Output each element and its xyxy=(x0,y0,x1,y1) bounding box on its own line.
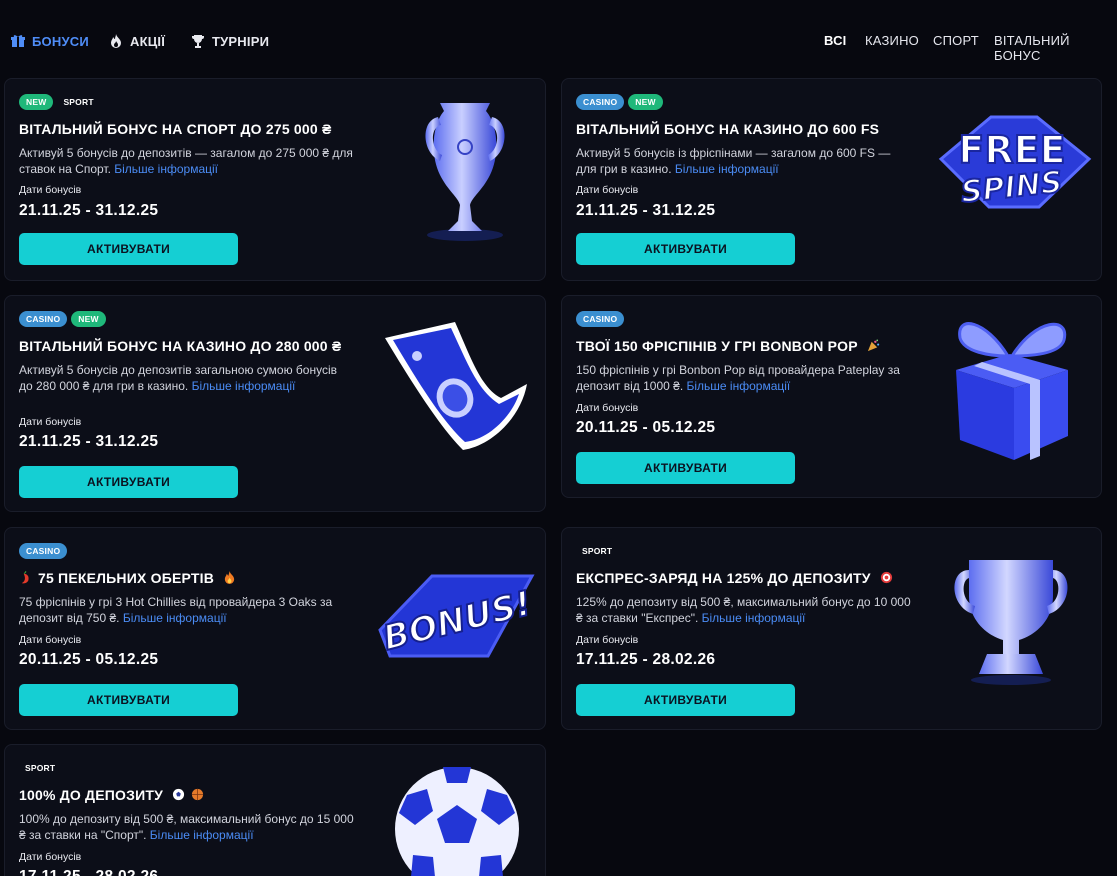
trophy-cup-icon xyxy=(954,560,1068,685)
basketball-icon xyxy=(192,788,204,801)
chili-pepper-icon xyxy=(21,571,29,584)
tab-label: БОНУСИ xyxy=(32,33,89,49)
card-title: ЕКСПРЕС-ЗАРЯД НА 125% ДО ДЕПОЗИТУ xyxy=(576,570,894,586)
free-spins-icon: FREE SPINS xyxy=(938,115,1092,211)
tab-tournaments[interactable]: ТУРНІРИ xyxy=(191,32,269,50)
casino-badge: CASINO xyxy=(576,311,625,327)
dates-label: Дати бонусів xyxy=(576,634,639,646)
bonus-card-express: SPORT ЕКСПРЕС-ЗАРЯД НА 125% ДО ДЕПОЗИТУ … xyxy=(561,527,1102,730)
badge-group: SPORT xyxy=(19,760,61,776)
soccer-ball-emoji-icon xyxy=(173,788,185,801)
bonus-card-hot-chillies: CASINO 75 ПЕКЕЛЬНИХ ОБЕРТІВ 75 фріспінів… xyxy=(4,527,546,730)
trophy-icon xyxy=(192,35,204,48)
new-badge: NEW xyxy=(628,94,663,110)
card-description: Активуй 5 бонусів до депозитів загальною… xyxy=(19,362,354,394)
casino-badge: CASINO xyxy=(19,311,68,327)
dates-label: Дати бонусів xyxy=(576,402,639,414)
tab-label: АКЦІЇ xyxy=(130,33,166,49)
more-info-link[interactable]: Більше інформації xyxy=(687,379,791,393)
dates-label: Дати бонусів xyxy=(19,416,82,428)
more-info-link[interactable]: Більше інформації xyxy=(702,611,806,625)
badge-group: SPORT xyxy=(576,543,618,559)
bonus-card-sport-welcome: NEW SPORT ВІТАЛЬНИЙ БОНУС НА СПОРТ ДО 27… xyxy=(4,78,546,281)
badge-group: NEW SPORT xyxy=(19,94,100,110)
badge-group: CASINO NEW xyxy=(19,311,106,327)
tab-label: ТУРНІРИ xyxy=(212,33,270,49)
card-description: 125% до депозиту від 500 ₴, максимальний… xyxy=(576,594,911,626)
more-info-link[interactable]: Більше інформації xyxy=(123,611,227,625)
more-info-link[interactable]: Більше інформації xyxy=(114,162,218,176)
title-text: 75 ПЕКЕЛЬНИХ ОБЕРТІВ xyxy=(38,570,215,586)
bonus-dates: 17.11.25 - 28.02.26 xyxy=(576,651,716,668)
bonus-dates: 21.11.25 - 31.12.25 xyxy=(576,202,716,219)
dates-label: Дати бонусів xyxy=(19,634,82,646)
filter-welcome-bonus[interactable]: ВІТАЛЬНИЙ БОНУС xyxy=(994,33,1117,63)
activate-button[interactable]: АКТИВУВАТИ xyxy=(576,684,795,716)
bonus-card-casino-welcome: CASINO NEW ВІТАЛЬНИЙ БОНУС НА КАЗИНО ДО … xyxy=(4,295,546,512)
card-description: 100% до депозиту від 500 ₴, максимальний… xyxy=(19,811,354,843)
title-text: 100% ДО ДЕПОЗИТУ xyxy=(19,787,164,803)
tab-bonuses[interactable]: БОНУСИ xyxy=(11,32,89,50)
bonus-dates: 21.11.25 - 31.12.25 xyxy=(19,433,159,450)
fire-icon xyxy=(111,34,121,48)
activate-button[interactable]: АКТИВУВАТИ xyxy=(19,233,238,265)
filter-casino[interactable]: КАЗИНО xyxy=(865,33,919,48)
target-icon xyxy=(880,571,892,584)
activate-button[interactable]: АКТИВУВАТИ xyxy=(19,466,238,498)
more-info-link[interactable]: Більше інформації xyxy=(192,379,296,393)
tab-promotions[interactable]: АКЦІЇ xyxy=(109,32,165,50)
activate-button[interactable]: АКТИВУВАТИ xyxy=(19,684,238,716)
bonus-sign-icon: BONUS! xyxy=(378,574,536,660)
badge-group: CASINO xyxy=(576,311,625,327)
gift-icon xyxy=(11,35,25,47)
dates-label: Дати бонусів xyxy=(19,184,82,196)
card-title: ТВОЇ 150 ФРІСПІНІВ У ГРІ BONBON POP xyxy=(576,338,881,354)
card-description: 75 фріспінів у грі 3 Hot Chillies від пр… xyxy=(19,594,354,626)
card-description: Активуй 5 бонусів до депозитів — загалом… xyxy=(19,145,354,177)
dates-label: Дати бонусів xyxy=(576,184,639,196)
new-badge: NEW xyxy=(19,94,54,110)
bonus-dates: 21.11.25 - 31.12.25 xyxy=(19,202,159,219)
card-title: ВІТАЛЬНИЙ БОНУС НА КАЗИНО ДО 600 FS xyxy=(576,121,880,137)
sport-badge: SPORT xyxy=(63,97,94,107)
bonus-card-casino-spins: CASINO NEW ВІТАЛЬНИЙ БОНУС НА КАЗИНО ДО … xyxy=(561,78,1102,281)
party-popper-icon xyxy=(867,339,879,352)
casino-badge: CASINO xyxy=(576,94,625,110)
card-title: 75 ПЕКЕЛЬНИХ ОБЕРТІВ xyxy=(19,570,237,586)
bonus-dates: 20.11.25 - 05.12.25 xyxy=(576,419,716,436)
badge-group: CASINO NEW xyxy=(576,94,663,110)
new-badge: NEW xyxy=(71,311,106,327)
more-info-link[interactable]: Більше інформації xyxy=(150,828,254,842)
sport-badge: SPORT xyxy=(582,546,613,556)
bonus-card-deposit-100: SPORT 100% ДО ДЕПОЗИТУ 100% до депозиту … xyxy=(4,744,546,876)
filter-all[interactable]: ВСІ xyxy=(824,33,847,48)
sport-badge: SPORT xyxy=(25,763,56,773)
filter-sport[interactable]: СПОРТ xyxy=(933,33,979,48)
badge-group: CASINO xyxy=(19,543,68,559)
dates-label: Дати бонусів xyxy=(19,851,82,863)
fire-emoji-icon xyxy=(224,571,235,584)
title-text: ТВОЇ 150 ФРІСПІНІВ У ГРІ BONBON POP xyxy=(576,338,858,354)
card-description: 150 фріспінів у грі Bonbon Pop від прова… xyxy=(576,362,911,394)
bonus-card-bonbon-pop: CASINO ТВОЇ 150 ФРІСПІНІВ У ГРІ BONBON P… xyxy=(561,295,1102,498)
activate-button[interactable]: АКТИВУВАТИ xyxy=(576,233,795,265)
card-description: Активуй 5 бонусів із фріспінами — загало… xyxy=(576,145,911,177)
more-info-link[interactable]: Більше інформації xyxy=(675,162,779,176)
bonus-dates: 20.11.25 - 05.12.25 xyxy=(19,651,159,668)
card-title: ВІТАЛЬНИЙ БОНУС НА СПОРТ ДО 275 000 ₴ xyxy=(19,121,332,137)
soccer-ball-icon xyxy=(395,767,519,876)
card-title: ВІТАЛЬНИЙ БОНУС НА КАЗИНО ДО 280 000 ₴ xyxy=(19,338,342,354)
card-title: 100% ДО ДЕПОЗИТУ xyxy=(19,787,205,803)
gift-box-icon xyxy=(956,322,1068,460)
bonus-dates: 17.11.25 - 28.02.26 xyxy=(19,868,158,876)
casino-badge: CASINO xyxy=(19,543,68,559)
title-text: ЕКСПРЕС-ЗАРЯД НА 125% ДО ДЕПОЗИТУ xyxy=(576,570,871,586)
banknote-icon xyxy=(385,322,527,450)
activate-button[interactable]: АКТИВУВАТИ xyxy=(576,452,795,484)
cup-icon xyxy=(425,103,505,241)
top-navigation: БОНУСИ АКЦІЇ ТУРНІРИ ВСІ КАЗИНО СПОРТ ВІ… xyxy=(0,0,1117,80)
